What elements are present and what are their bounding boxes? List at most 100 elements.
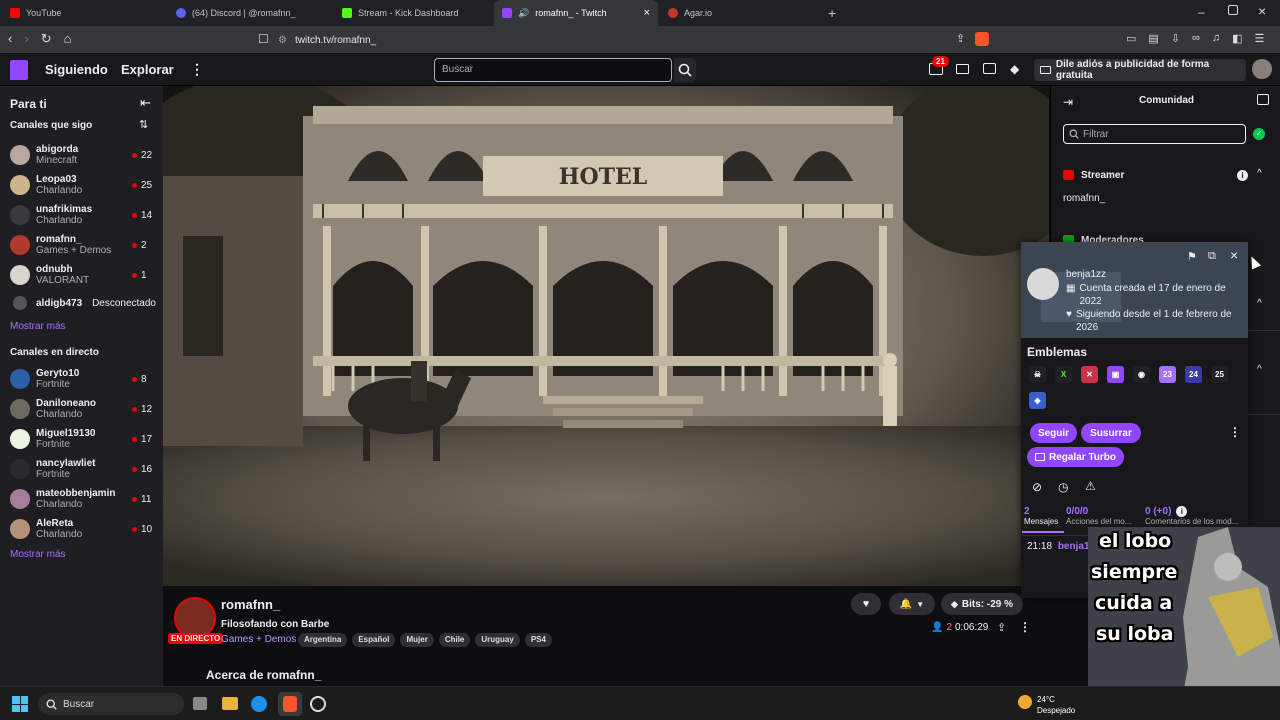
video-player[interactable]: HOTEL [163, 86, 1049, 586]
whispers-icon[interactable] [983, 63, 996, 74]
menu-icon[interactable]: ☰ [1255, 32, 1265, 45]
whisper-button[interactable]: Susurrar [1081, 423, 1141, 443]
stat-messages[interactable]: 2 Mensajes [1024, 506, 1064, 526]
stream-category[interactable]: Games + Demos [221, 634, 296, 645]
tag[interactable]: PS4 [524, 633, 552, 647]
stat-mod-actions[interactable]: 0/0/0 Acciones del mo... [1066, 506, 1140, 526]
tag[interactable]: Argentina [298, 633, 348, 647]
sidebar-channel[interactable]: unafrikimas Charlando 14 [10, 200, 156, 230]
link-icon[interactable]: ∞ [1192, 32, 1200, 45]
show-more-link[interactable]: Mostrar más [10, 549, 66, 560]
tab-kick[interactable]: Stream - Kick Dashboard [334, 0, 494, 26]
nav-explore[interactable]: Explorar [121, 62, 174, 77]
new-tab-button[interactable]: + [828, 5, 836, 21]
chat-settings-icon[interactable] [1257, 94, 1269, 105]
filter-input[interactable]: Filtrar [1063, 124, 1246, 144]
tab-agario[interactable]: Agar.io [660, 0, 822, 26]
brave-shield-icon[interactable] [975, 32, 990, 46]
tag[interactable]: Mujer [400, 633, 434, 647]
panel-icon[interactable]: ◧ [1232, 32, 1242, 45]
stat-mod-comments[interactable]: 0 (+0) i Comentarios de los mod... [1145, 506, 1247, 526]
more-options-icon[interactable]: ⋮ [1019, 620, 1031, 634]
tab-twitch[interactable]: 🔊 romafnn_ - Twitch × [494, 0, 658, 26]
channel-name[interactable]: romafnn_ [221, 597, 280, 612]
obs-icon[interactable] [310, 696, 326, 712]
collapse-sidebar-icon[interactable]: ⇤ [140, 95, 151, 111]
sidebar-channel[interactable]: Geryto10 Fortnite 8 [10, 364, 156, 394]
ad-free-button[interactable]: Dile adiós a publicidad de forma gratuit… [1034, 59, 1246, 81]
sidebar-channel[interactable]: abigorda Minecraft 22 [10, 140, 156, 170]
sidebar-channel[interactable]: Miguel19130 Fortnite 17 [10, 424, 156, 454]
search-input[interactable]: Buscar [434, 58, 672, 82]
taskbar-search[interactable]: Buscar [38, 693, 184, 715]
twitch-logo-icon[interactable] [10, 60, 28, 80]
minimize-button[interactable]: – [1198, 5, 1205, 19]
sort-icon[interactable]: ⇅ [139, 118, 148, 131]
tag[interactable]: Uruguay [475, 633, 520, 647]
sidebar-channel[interactable]: mateobbenjamin Charlando 11 [10, 484, 156, 514]
site-info-icon[interactable]: ⚙ [278, 35, 287, 46]
more-options-icon[interactable]: ⋮ [190, 61, 204, 78]
bookmark-icon[interactable]: ☐ [258, 32, 269, 46]
inbox-icon[interactable] [956, 64, 969, 74]
follow-button[interactable]: Seguir [1030, 423, 1077, 443]
year-badge-icon[interactable]: 25 [1211, 366, 1228, 383]
tag[interactable]: Chile [438, 633, 471, 647]
sidebar-channel[interactable]: Leopa03 Charlando 25 [10, 170, 156, 200]
sidebar-channel[interactable]: nancylawliet Fortnite 16 [10, 454, 156, 484]
tab-discord[interactable]: (64) Discord | @romafnn_ [168, 0, 334, 26]
share-icon[interactable]: ⇪ [956, 32, 965, 46]
url-field[interactable]: ⚙ twitch.tv/romafnn_ [278, 30, 998, 50]
popout-icon[interactable]: ⧉ [1208, 250, 1216, 263]
search-button[interactable] [674, 58, 696, 82]
streamer-name[interactable]: romafnn_ [1063, 193, 1105, 204]
collapse-chat-icon[interactable]: ⇥ [1063, 95, 1073, 109]
cross-badge-icon[interactable]: ✕ [1081, 366, 1098, 383]
reload-icon[interactable]: ↻ [41, 31, 52, 47]
close-tab-icon[interactable]: × [644, 7, 650, 19]
ban-icon[interactable]: ⊘ [1032, 480, 1042, 494]
restore-button[interactable] [1228, 5, 1238, 15]
tag[interactable]: Español [352, 633, 396, 647]
chevron-up-icon[interactable]: ^ [1257, 298, 1262, 309]
share-icon[interactable]: ⇪ [997, 621, 1006, 634]
tab-youtube[interactable]: YouTube [2, 0, 170, 26]
back-icon[interactable]: ‹ [8, 31, 12, 47]
reading-list-icon[interactable]: ▤ [1148, 32, 1158, 45]
timeout-icon[interactable]: ◷ [1058, 480, 1068, 494]
card-username[interactable]: benja1zz [1066, 269, 1106, 280]
windows-start-icon[interactable] [12, 696, 28, 712]
close-window-button[interactable]: × [1258, 3, 1266, 19]
bits-button[interactable]: ◆ Bits: -29 % [941, 593, 1023, 615]
bits-icon[interactable]: ◆ [1010, 62, 1019, 76]
more-options-icon[interactable]: ⋮ [1229, 425, 1241, 439]
warning-icon[interactable]: ⚠ [1085, 479, 1096, 493]
sidebar-channel[interactable]: romafnn_ Games + Demos 2 [10, 230, 156, 260]
chevron-up-icon[interactable]: ^ [1257, 168, 1262, 179]
forward-icon[interactable]: › [24, 31, 28, 47]
sidebar-toggle-icon[interactable]: ▭ [1126, 32, 1136, 45]
notifications-bell-button[interactable]: 🔔 ▼ [889, 593, 935, 615]
brave-taskbar-item[interactable] [278, 692, 302, 716]
close-card-icon[interactable]: × [1230, 247, 1238, 263]
report-flag-icon[interactable]: ⚑ [1187, 250, 1197, 263]
chevron-up-icon[interactable]: ^ [1257, 364, 1262, 375]
skull-badge-icon[interactable]: ☠ [1029, 366, 1046, 383]
follow-heart-button[interactable]: ♥ [851, 593, 881, 615]
sidebar-channel[interactable]: Daniloneano Charlando 12 [10, 394, 156, 424]
info-icon[interactable]: i [1237, 170, 1248, 181]
download-icon[interactable]: ⇩ [1171, 32, 1180, 45]
eye-badge-icon[interactable]: ◉ [1133, 366, 1150, 383]
purple-badge-icon[interactable]: ▣ [1107, 366, 1124, 383]
sidebar-channel[interactable]: AleReta Charlando 10 [10, 514, 156, 544]
nav-following[interactable]: Siguiendo [45, 62, 108, 77]
sidebar-channel[interactable]: aldigb473 Desconectado [10, 288, 156, 318]
music-icon[interactable]: ♫ [1212, 32, 1220, 45]
task-view-icon[interactable] [193, 697, 207, 710]
weather-widget[interactable]: 24°C Despejado [1037, 694, 1075, 716]
sidebar-channel[interactable]: odnubh VALORANT 1 [10, 260, 156, 290]
x-badge-icon[interactable]: X [1055, 366, 1072, 383]
file-explorer-icon[interactable] [222, 697, 238, 710]
edge-icon[interactable] [251, 696, 267, 712]
gift-turbo-button[interactable]: Regalar Turbo [1027, 447, 1124, 467]
